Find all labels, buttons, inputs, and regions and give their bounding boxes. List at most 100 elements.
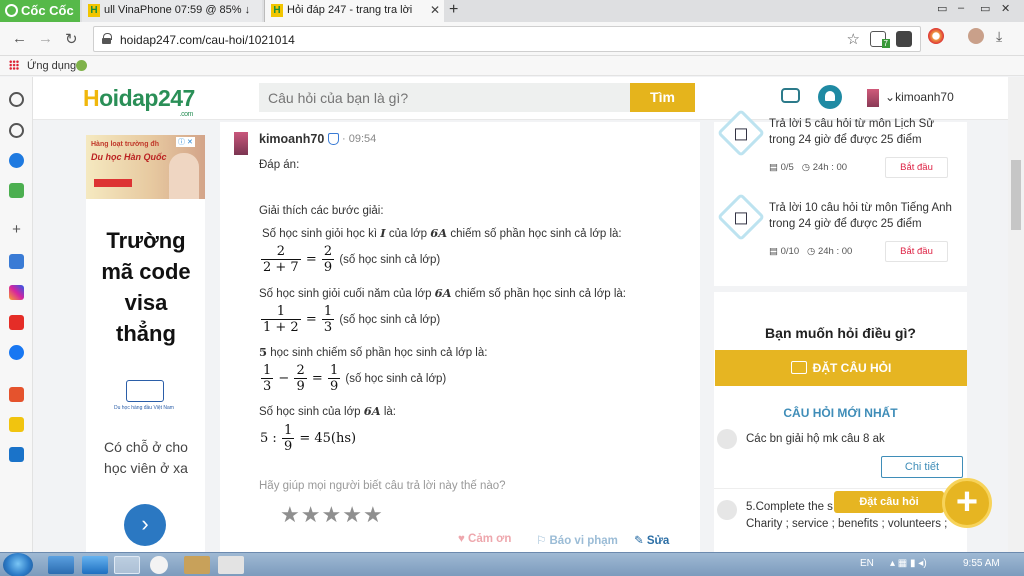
scrollbar-thumb[interactable]: [1011, 160, 1021, 230]
reload-icon[interactable]: ↻: [65, 30, 78, 48]
browser-menu-button[interactable]: Cốc Cốc: [0, 0, 80, 22]
numerator: 2: [261, 244, 301, 260]
game-app-icon[interactable]: [9, 417, 24, 432]
caption: (số học sinh cả lớp): [339, 254, 441, 266]
profile-avatar[interactable]: [968, 28, 984, 44]
paint-icon[interactable]: [218, 556, 244, 574]
mission-progress: 0/5: [780, 162, 794, 173]
download-icon[interactable]: ⤓: [996, 28, 1002, 45]
ie-icon[interactable]: [82, 556, 108, 574]
ask-question-button[interactable]: ĐẶT CÂU HỎI: [715, 350, 967, 386]
tab-title: ull VinaPhone 07:59 @ 85% ↓: [104, 4, 251, 16]
maximize-icon[interactable]: ▭: [980, 2, 990, 15]
denominator: 9: [329, 379, 339, 394]
explorer-icon[interactable]: [48, 556, 74, 574]
history-icon[interactable]: [9, 123, 24, 138]
avatar[interactable]: [717, 429, 737, 449]
bell-icon[interactable]: [818, 85, 842, 109]
step-line-2: Số học sinh giỏi cuối năm của lớp 6A chi…: [259, 286, 626, 300]
ask-question-tooltip[interactable]: Đặt câu hỏi: [834, 491, 944, 513]
search-input[interactable]: [259, 83, 631, 112]
minimize-icon[interactable]: –: [958, 2, 964, 14]
apps-label[interactable]: Ứng dụng: [27, 60, 76, 72]
question-text[interactable]: Các bn giải hộ mk câu 8 ak: [746, 431, 961, 448]
coccoc-extension-icon[interactable]: [928, 28, 944, 44]
instagram-icon[interactable]: [9, 285, 24, 300]
bookmark-star-icon[interactable]: ☆: [847, 30, 860, 48]
translate-icon[interactable]: [9, 254, 24, 269]
shopping-icon[interactable]: [9, 387, 24, 402]
text: của lớp: [385, 228, 431, 240]
report-button[interactable]: ⚐ Báo vi phạm: [536, 533, 618, 547]
star-icon[interactable]: ★: [342, 502, 362, 528]
back-icon[interactable]: ←: [12, 30, 27, 47]
logo-suffix: .com: [179, 111, 194, 118]
start-button[interactable]: [3, 553, 33, 576]
star-icon[interactable]: ★: [280, 502, 300, 528]
numerator: 1: [261, 363, 274, 379]
star-icon[interactable]: ★: [321, 502, 341, 528]
apps-grid-icon[interactable]: [9, 60, 19, 70]
download-extension-icon[interactable]: [896, 31, 912, 47]
detail-button[interactable]: Chi tiết: [881, 456, 963, 478]
media-icon[interactable]: [184, 556, 210, 574]
chrome-icon[interactable]: [150, 556, 168, 574]
language-indicator[interactable]: EN: [860, 558, 874, 569]
page-scrollbar[interactable]: [1008, 77, 1024, 552]
avatar[interactable]: [867, 89, 879, 107]
url-field[interactable]: hoidap247.com/cau-hoi/1021014 ☆ 7: [93, 26, 921, 52]
hoidap-favicon-icon: H: [271, 4, 283, 17]
equation-4: 5 : 19 = 45(hs): [260, 423, 356, 454]
close-tab-icon[interactable]: ✕: [430, 3, 440, 17]
search-button[interactable]: Tìm: [630, 83, 695, 112]
star-icon[interactable]: ★: [363, 502, 383, 528]
chevron-right-icon[interactable]: ›: [124, 504, 166, 546]
floating-ask-button[interactable]: +: [942, 478, 992, 528]
forward-icon[interactable]: →: [38, 30, 53, 47]
avatar[interactable]: [717, 500, 737, 520]
text: chiếm số phần học sinh cả lớp là:: [451, 288, 626, 300]
thanks-button[interactable]: ♥ Cảm ơn: [458, 533, 511, 545]
tray-icons[interactable]: ▴ ▦ ▮ ◂): [890, 558, 927, 569]
ask-panel: Bạn muốn hỏi điều gì? ĐẶT CÂU HỎI CÂU HỎ…: [714, 292, 967, 552]
tab-vinaphone[interactable]: H ull VinaPhone 07:59 @ 85% ↓: [82, 0, 262, 22]
answer-time: · 09:54: [342, 133, 377, 145]
address-bar: ← → ↻ hoidap247.com/cau-hoi/1021014 ☆ 7 …: [0, 22, 1024, 56]
bookmark-icon[interactable]: [76, 60, 87, 71]
youtube-icon[interactable]: [9, 315, 24, 330]
facebook-icon[interactable]: [9, 345, 24, 360]
edit-button[interactable]: ✎ Sửa: [634, 533, 669, 547]
denominator: 9: [283, 439, 293, 454]
tiki-icon[interactable]: [9, 447, 24, 462]
equation-1: 22 + 7 = 29 (số học sinh cả lớp): [260, 244, 440, 275]
user-menu[interactable]: ⌄kimoanh70: [885, 90, 954, 104]
logo-letter: H: [83, 85, 100, 111]
tab-hoidap[interactable]: H Hỏi đáp 247 - trang tra lời ✕: [264, 0, 444, 22]
start-mission-button[interactable]: Bắt đầu: [885, 241, 948, 262]
tab-title: Hỏi đáp 247 - trang tra lời: [287, 4, 413, 16]
hoidap-favicon-icon: H: [88, 4, 100, 17]
answer-author[interactable]: kimoanh70: [259, 132, 324, 146]
messenger-icon[interactable]: [9, 153, 24, 168]
ad-body: Có chỗ ở cho học viên ở xa: [104, 439, 188, 476]
ad-banner[interactable]: ⓘ ✕ Hàng loạt trường đh Du học Hàn Quốc: [86, 135, 205, 199]
site-logo[interactable]: Hoidap247 .com: [83, 85, 195, 118]
avatar[interactable]: [234, 132, 248, 155]
start-mission-button[interactable]: Bắt đầu: [885, 157, 948, 178]
clock[interactable]: 9:55 AM: [963, 558, 1000, 569]
chat-icon[interactable]: [781, 88, 800, 103]
add-icon[interactable]: +: [9, 222, 24, 238]
close-window-icon[interactable]: ✕: [1001, 2, 1010, 15]
ad-panel[interactable]: ⓘ ✕ Hàng loạt trường đh Du học Hàn Quốc …: [86, 135, 205, 552]
answer-label: Đáp án:: [259, 159, 300, 171]
star-icon[interactable]: ★: [301, 502, 321, 528]
restore-icon[interactable]: ▭: [937, 2, 947, 15]
new-tab-button[interactable]: +: [449, 1, 458, 19]
ad-choices-icon[interactable]: ⓘ ✕: [176, 137, 195, 147]
windows-taskbar: EN ▴ ▦ ▮ ◂) 9:55 AM: [0, 552, 1024, 576]
settings-icon[interactable]: [9, 92, 24, 107]
math: 6A: [430, 226, 448, 240]
game-icon[interactable]: [9, 183, 24, 198]
coccoc-taskbar-icon[interactable]: [114, 556, 140, 574]
bookmarks-bar: Ứng dụng: [0, 56, 1024, 76]
